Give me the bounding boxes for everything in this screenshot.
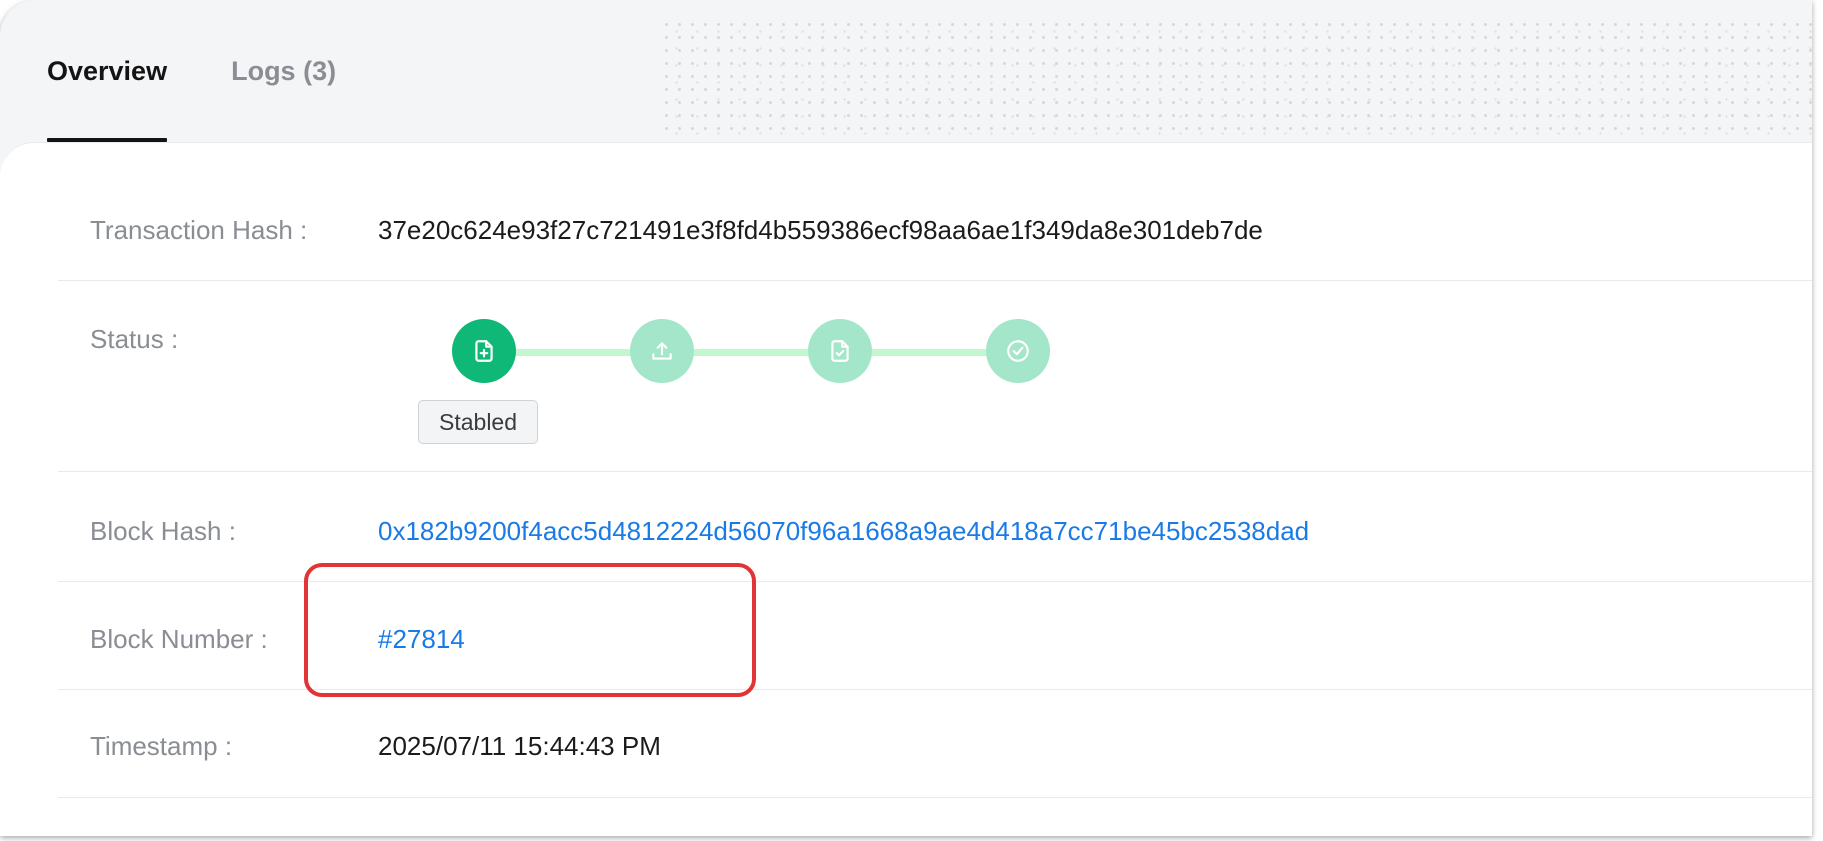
file-check-icon [831,340,849,362]
dotted-background-pattern [660,18,1812,138]
block-number-row: Block Number #27814 [58,581,1812,690]
tab-bar: Overview Logs (3) [47,0,400,142]
transaction-hash-label: Transaction Hash [90,215,307,246]
step-verified [808,319,872,383]
block-number-label: Block Number [90,624,268,655]
timestamp-row: Timestamp 2025/07/11 15:44:43 PM [58,689,1812,798]
status-stepper [452,316,1152,436]
file-add-icon [475,340,493,362]
step-finalized [986,319,1050,383]
check-circle-icon [1007,340,1029,362]
block-number-link[interactable]: #27814 [378,624,465,655]
status-track [486,349,1016,356]
step-created [452,319,516,383]
status-step-badge: Stabled [418,400,539,444]
transaction-detail-panel: Overview Logs (3) Transaction Hash 37e20… [0,0,1812,836]
upload-icon [652,342,672,360]
timestamp-label: Timestamp [90,731,232,762]
status-label: Status [90,324,178,355]
step-submitted [630,319,694,383]
block-hash-link[interactable]: 0x182b9200f4acc5d4812224d56070f96a1668a9… [378,516,1309,547]
transaction-hash-row: Transaction Hash 37e20c624e93f27c721491e… [58,143,1812,281]
tab-overview[interactable]: Overview [47,0,168,142]
block-hash-label: Block Hash [90,516,236,547]
transaction-hash-value: 37e20c624e93f27c721491e3f8fd4b559386ecf9… [378,215,1263,245]
tab-logs[interactable]: Logs (3) [231,0,336,142]
block-hash-row: Block Hash 0x182b9200f4acc5d4812224d5607… [58,474,1812,582]
timestamp-value: 2025/07/11 15:44:43 PM [378,731,661,761]
